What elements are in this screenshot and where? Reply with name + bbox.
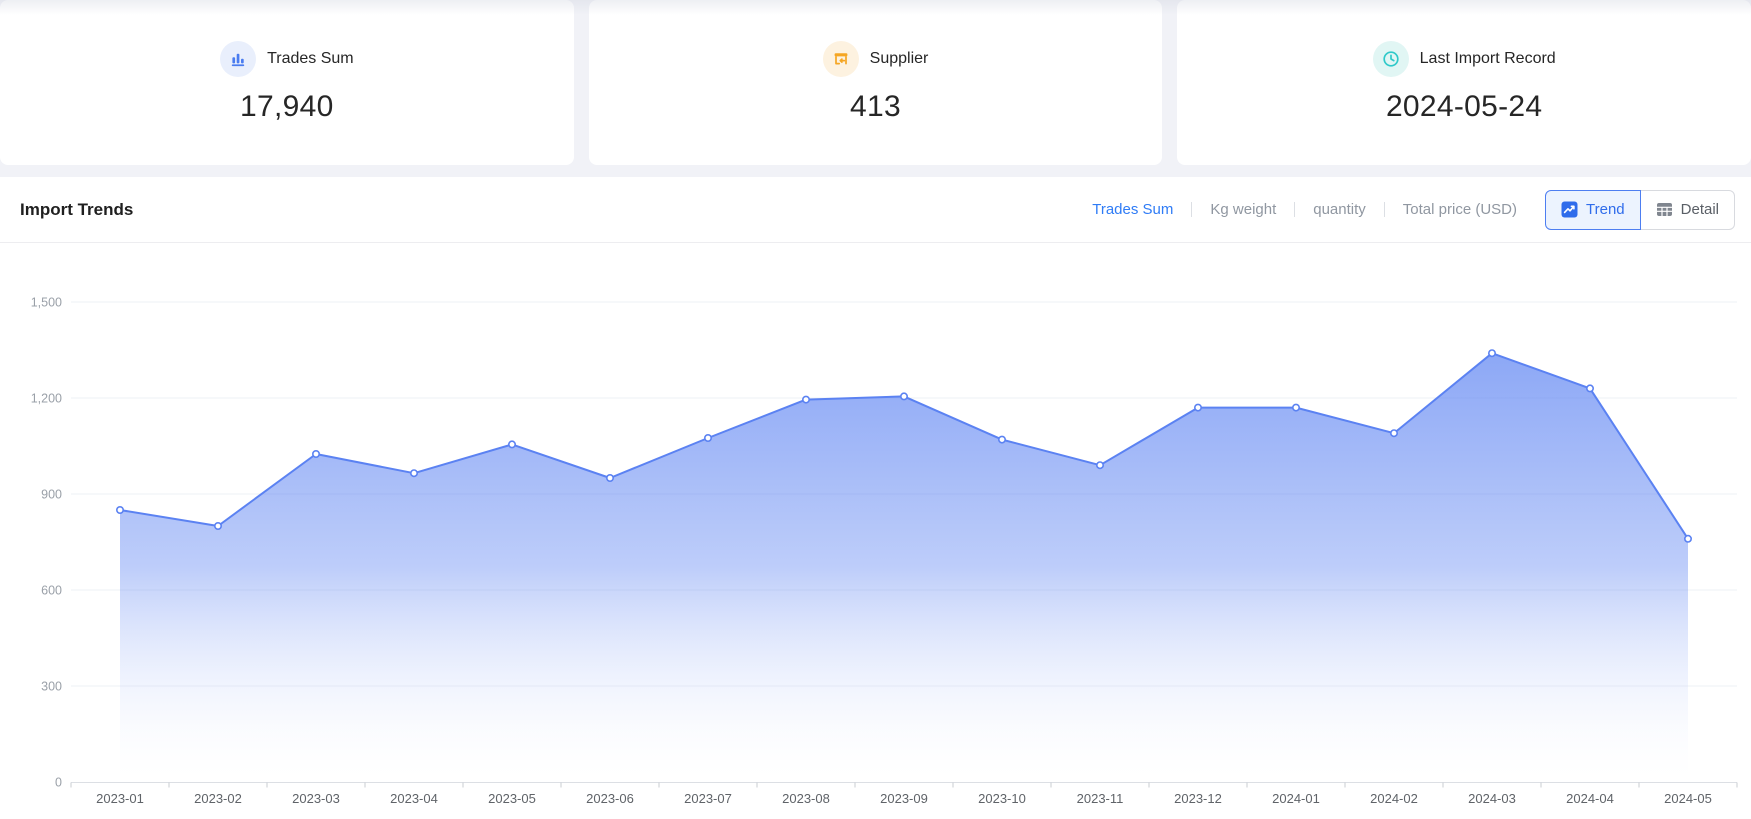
svg-text:2023-03: 2023-03 bbox=[292, 791, 340, 806]
stat-value: 17,940 bbox=[240, 90, 334, 124]
shop-icon bbox=[823, 41, 859, 77]
svg-text:2024-04: 2024-04 bbox=[1566, 791, 1614, 806]
view-toggle-group: Trend Detail bbox=[1545, 190, 1735, 230]
bar-chart-icon bbox=[220, 41, 256, 77]
trends-header: Import Trends Trades Sum Kg weight quant… bbox=[0, 177, 1751, 243]
stat-card-trades-sum: Trades Sum 17,940 bbox=[0, 0, 574, 165]
stat-value: 413 bbox=[850, 90, 901, 124]
svg-text:2023-08: 2023-08 bbox=[782, 791, 830, 806]
stat-label: Last Import Record bbox=[1420, 50, 1556, 68]
stat-label: Supplier bbox=[870, 50, 929, 68]
svg-text:2024-01: 2024-01 bbox=[1272, 791, 1320, 806]
svg-text:2024-03: 2024-03 bbox=[1468, 791, 1516, 806]
stats-row: Trades Sum 17,940 Supplier 413 bbox=[0, 0, 1751, 165]
dashboard-page: Trades Sum 17,940 Supplier 413 bbox=[0, 0, 1751, 819]
svg-text:2023-06: 2023-06 bbox=[586, 791, 634, 806]
svg-text:2023-12: 2023-12 bbox=[1174, 791, 1222, 806]
metric-tab-trades-sum[interactable]: Trades Sum bbox=[1092, 201, 1173, 218]
metric-tab-quantity[interactable]: quantity bbox=[1313, 201, 1366, 218]
svg-text:0: 0 bbox=[55, 776, 62, 790]
svg-text:2023-05: 2023-05 bbox=[488, 791, 536, 806]
svg-text:1,200: 1,200 bbox=[31, 392, 62, 406]
metric-separator bbox=[1294, 202, 1295, 217]
trend-button[interactable]: Trend bbox=[1545, 190, 1641, 230]
section-gap bbox=[0, 165, 1751, 177]
svg-text:600: 600 bbox=[41, 584, 62, 598]
svg-text:2023-04: 2023-04 bbox=[390, 791, 438, 806]
svg-text:1,500: 1,500 bbox=[31, 296, 62, 310]
metric-tab-kg-weight[interactable]: Kg weight bbox=[1210, 201, 1276, 218]
stat-label: Trades Sum bbox=[267, 50, 354, 68]
svg-text:2023-01: 2023-01 bbox=[96, 791, 144, 806]
import-trends-chart[interactable]: 0 300 600 900 1,200 1,500 2023-01 2023-02 2023-0… bbox=[0, 243, 1751, 819]
svg-text:2023-11: 2023-11 bbox=[1077, 791, 1124, 806]
metric-separator bbox=[1191, 202, 1192, 217]
trend-button-label: Trend bbox=[1586, 201, 1625, 218]
svg-text:2023-07: 2023-07 bbox=[684, 791, 732, 806]
clock-icon bbox=[1373, 41, 1409, 77]
section-title: Import Trends bbox=[20, 200, 133, 220]
svg-text:2023-10: 2023-10 bbox=[978, 791, 1026, 806]
trends-controls: Trades Sum Kg weight quantity Total pric… bbox=[1092, 190, 1735, 230]
svg-text:2024-05: 2024-05 bbox=[1664, 791, 1712, 806]
svg-text:2023-02: 2023-02 bbox=[194, 791, 242, 806]
detail-button-label: Detail bbox=[1681, 201, 1719, 218]
metric-tab-total-price[interactable]: Total price (USD) bbox=[1403, 201, 1517, 218]
stat-card-last-import: Last Import Record 2024-05-24 bbox=[1177, 0, 1751, 165]
stat-value: 2024-05-24 bbox=[1386, 90, 1542, 124]
area-chart-canvas[interactable]: 0 300 600 900 1,200 1,500 2023-01 2023-02 2023-0… bbox=[0, 243, 1751, 819]
svg-text:900: 900 bbox=[41, 488, 62, 502]
stat-card-supplier: Supplier 413 bbox=[589, 0, 1163, 165]
svg-text:2023-09: 2023-09 bbox=[880, 791, 928, 806]
trend-chart-icon bbox=[1561, 201, 1578, 218]
svg-text:300: 300 bbox=[41, 680, 62, 694]
detail-button[interactable]: Detail bbox=[1640, 190, 1735, 230]
import-trends-section: Import Trends Trades Sum Kg weight quant… bbox=[0, 177, 1751, 819]
metric-separator bbox=[1384, 202, 1385, 217]
svg-text:2024-02: 2024-02 bbox=[1370, 791, 1418, 806]
table-icon bbox=[1656, 201, 1673, 218]
